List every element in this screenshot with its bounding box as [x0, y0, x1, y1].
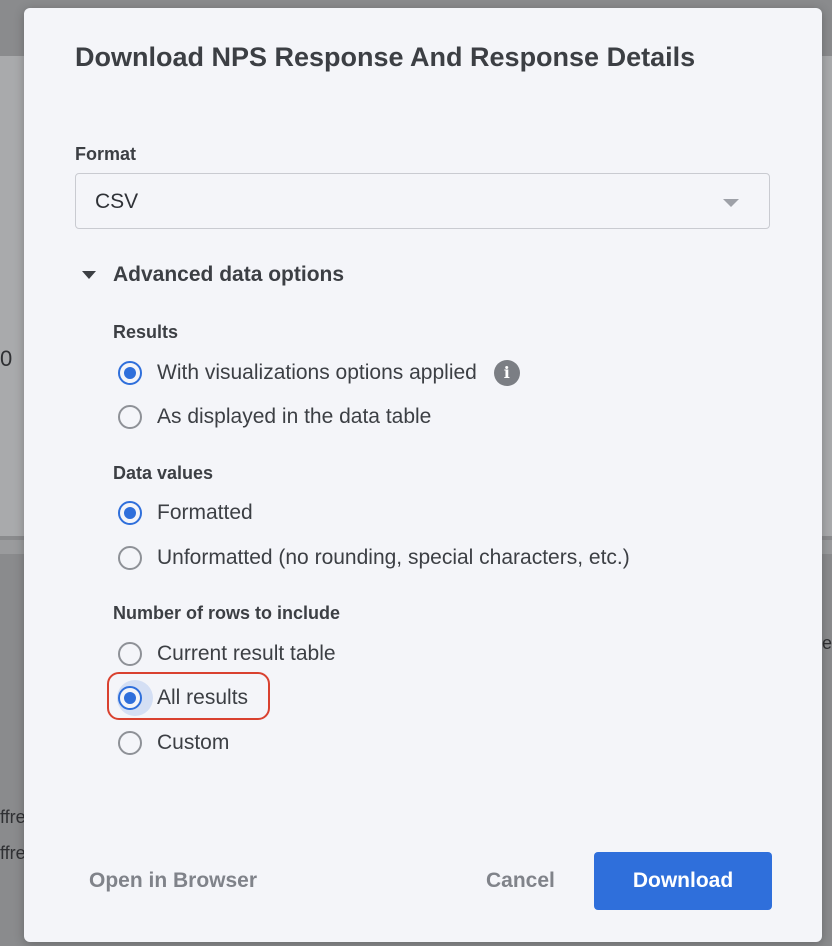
radio-label: Current result table [157, 642, 336, 665]
radio-label: Formatted [157, 501, 253, 524]
rows-to-include-label: Number of rows to include [113, 603, 341, 623]
radio-button[interactable] [118, 546, 142, 570]
advanced-options-label: Advanced data options [113, 263, 345, 286]
open-in-browser-button[interactable]: Open in Browser [89, 869, 257, 893]
format-select-value: CSV [95, 190, 139, 213]
radio-label: Unformatted (no rounding, special charac… [157, 546, 630, 569]
dialog-title: Download NPS Response And Response Detai… [75, 42, 696, 72]
advanced-options-toggle[interactable]: Advanced data options [82, 263, 344, 287]
radio-option-current-result-table[interactable]: Current result table [118, 642, 336, 666]
radio-button[interactable] [118, 405, 142, 429]
radio-button[interactable] [118, 501, 142, 525]
radio-option-as-displayed[interactable]: As displayed in the data table [118, 405, 431, 429]
radio-button[interactable] [118, 731, 142, 755]
radio-option-unformatted[interactable]: Unformatted (no rounding, special charac… [118, 546, 630, 570]
info-icon[interactable]: i [493, 360, 520, 386]
background-divider [0, 540, 24, 554]
radio-option-custom[interactable]: Custom [118, 731, 229, 755]
background-panel [0, 56, 24, 536]
format-label: Format [75, 144, 137, 164]
radio-label: As displayed in the data table [157, 405, 432, 428]
background-divider-right [822, 540, 832, 554]
background-fragment: 0 [0, 346, 13, 371]
background-fragment: ffre [0, 807, 26, 827]
radio-button[interactable] [118, 642, 142, 666]
radio-label: Custom [157, 731, 230, 754]
background-panel-right [822, 56, 832, 536]
radio-button[interactable] [118, 361, 142, 385]
radio-option-with-visualizations[interactable]: With visualizations options applied i [118, 360, 520, 386]
results-label: Results [113, 322, 179, 342]
format-select[interactable]: CSV [75, 173, 770, 229]
radio-option-formatted[interactable]: Formatted [118, 501, 253, 525]
download-button[interactable]: Download [594, 852, 772, 910]
annotation-highlight-outline [107, 672, 270, 720]
cancel-button[interactable]: Cancel [486, 869, 555, 893]
radio-label: With visualizations options applied [157, 361, 477, 384]
chevron-down-icon [723, 199, 739, 207]
download-dialog: Download NPS Response And Response Detai… [24, 8, 822, 942]
background-fragment: e [822, 633, 832, 653]
caret-down-icon [82, 271, 96, 279]
data-values-label: Data values [113, 463, 214, 483]
background-fragment: ffre [0, 843, 26, 863]
